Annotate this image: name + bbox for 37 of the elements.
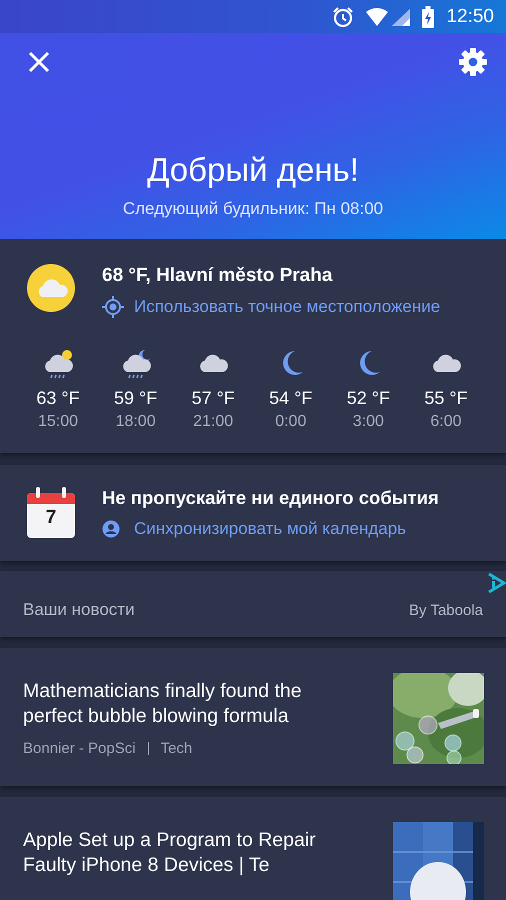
clock-time: 12:50 [446, 6, 494, 28]
calendar-icon [26, 487, 76, 539]
account-icon [102, 520, 120, 538]
close-button[interactable] [26, 49, 52, 75]
hour-temperature: 54 °F [269, 388, 312, 409]
calendar-title: Не пропускайте ни единого события [102, 487, 439, 509]
hour-time: 15:00 [38, 413, 78, 431]
article-source: Bonnier - PopSci [23, 740, 136, 757]
signal-icon [364, 6, 412, 26]
calendar-day: 7 [26, 507, 76, 529]
alarm-icon [332, 6, 354, 28]
hour-temperature: 55 °F [424, 388, 468, 409]
close-icon [26, 49, 52, 75]
settings-icon [458, 47, 488, 77]
greeting-title: Добрый день! [147, 151, 359, 189]
hour-temperature: 59 °F [114, 388, 158, 409]
weather-icon [26, 263, 76, 313]
news-section-title: Ваши новости [23, 600, 135, 620]
article-category: Tech [160, 740, 192, 757]
current-weather: 68 °F, Hlavní město Praha [102, 265, 334, 287]
location-icon [102, 296, 124, 318]
rain-sun-icon [42, 348, 74, 380]
hour-time: 18:00 [116, 413, 156, 431]
hour-time: 3:00 [352, 413, 384, 431]
hour-temperature: 52 °F [346, 388, 390, 409]
location-link[interactable]: Использовать точное местоположение [102, 296, 440, 318]
battery-icon [422, 6, 434, 28]
hour-temperature: 57 °F [192, 388, 235, 409]
hour-time: 6:00 [430, 413, 462, 431]
hour-time: 21:00 [193, 413, 234, 431]
next-alarm-text: Следующий будильник: Пн 08:00 [122, 199, 384, 219]
article-title[interactable]: Mathematicians finally found the perfect bubble blowing formula [23, 679, 345, 729]
settings-button[interactable] [458, 47, 488, 77]
news-provider: By Taboola [409, 602, 483, 618]
hour-temperature: 63 °F [36, 388, 80, 409]
hour-time: 0:00 [275, 413, 306, 431]
calendar-sync-link[interactable]: Синхронизировать мой календарь [102, 519, 439, 539]
